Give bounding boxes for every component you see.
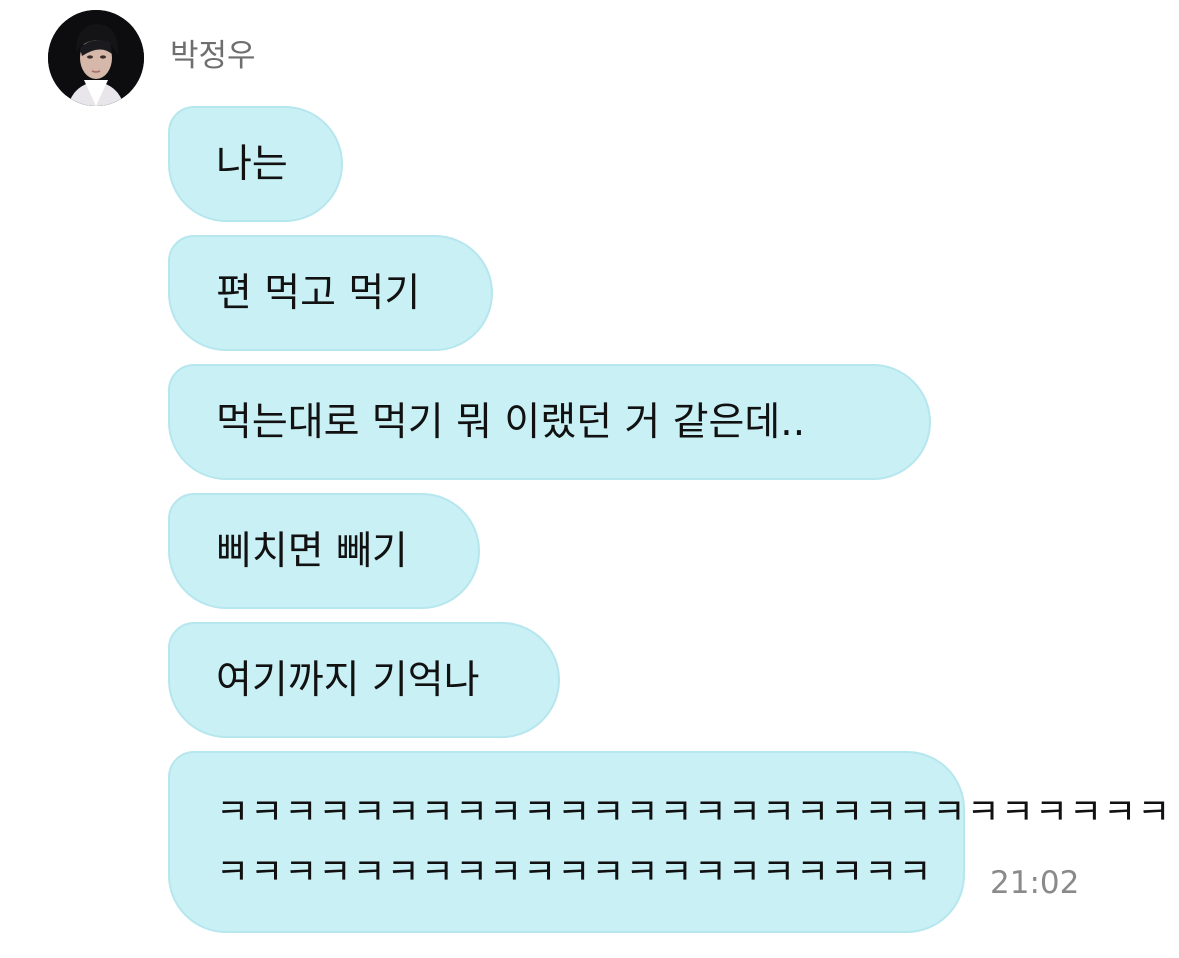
- message-bubble[interactable]: 먹는대로 먹기 뭐 이랬던 거 같은데..: [168, 364, 931, 480]
- message-text-line: ㅋㅋㅋㅋㅋㅋㅋㅋㅋㅋㅋㅋㅋㅋㅋㅋㅋㅋㅋㅋㅋ: [216, 852, 933, 893]
- message-text: 여기까지 기억나: [216, 658, 480, 703]
- message-text: 먹는대로 먹기 뭐 이랬던 거 같은데..: [216, 400, 806, 445]
- profile-photo-icon: [48, 10, 144, 106]
- message-bubble[interactable]: ㅋㅋㅋㅋㅋㅋㅋㅋㅋㅋㅋㅋㅋㅋㅋㅋㅋㅋㅋㅋㅋㅋㅋㅋㅋㅋㅋㅋ ㅋㅋㅋㅋㅋㅋㅋㅋㅋㅋㅋ…: [168, 751, 1172, 933]
- message-text: 삐치면 빼기: [216, 529, 408, 574]
- message-text: 나는: [216, 142, 288, 187]
- avatar[interactable]: [48, 10, 144, 106]
- sender-name: 박정우: [170, 38, 256, 74]
- message-bubble[interactable]: 삐치면 빼기: [168, 493, 480, 609]
- message-timestamp: 21:02: [990, 865, 1080, 901]
- message-text: 편 먹고 먹기: [216, 271, 421, 316]
- message-bubble[interactable]: 여기까지 기억나: [168, 622, 560, 738]
- message-bubble[interactable]: 편 먹고 먹기: [168, 235, 493, 351]
- message-text-line: ㅋㅋㅋㅋㅋㅋㅋㅋㅋㅋㅋㅋㅋㅋㅋㅋㅋㅋㅋㅋㅋㅋㅋㅋㅋㅋㅋㅋ: [216, 792, 1172, 833]
- message-bubble[interactable]: 나는: [168, 106, 343, 222]
